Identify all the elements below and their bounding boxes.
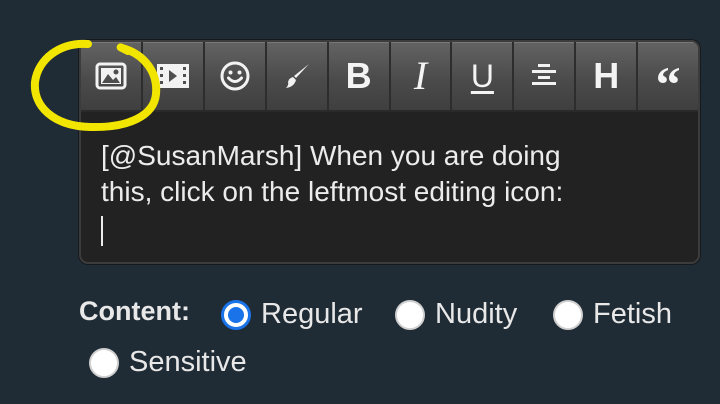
content-label: Content: <box>79 296 190 326</box>
emoji-icon <box>220 61 250 91</box>
radio-button-checked[interactable] <box>221 299 251 330</box>
video-icon <box>156 64 189 88</box>
radio-label: Nudity <box>435 298 518 330</box>
bold-button[interactable]: B <box>328 42 391 110</box>
heading-button[interactable]: H <box>576 42 639 110</box>
radio-label: Regular <box>261 298 363 330</box>
radio-button[interactable] <box>89 347 119 378</box>
radio-fetish[interactable]: Fetish <box>553 298 672 331</box>
insert-video-button[interactable] <box>142 42 205 110</box>
underline-button[interactable]: U <box>452 42 515 110</box>
radio-button[interactable] <box>395 299 425 330</box>
text-caret <box>101 216 103 246</box>
post-text-input[interactable]: [@SusanMarsh] When you are doing this, c… <box>101 138 661 246</box>
editor-toolbar: B I U H “ <box>81 42 698 112</box>
post-text-line: [@SusanMarsh] When you are doing <box>101 140 561 171</box>
quote-button[interactable]: “ <box>638 42 698 110</box>
underline-icon: U <box>470 58 494 94</box>
italic-icon: I <box>413 53 428 98</box>
brush-icon <box>285 64 309 88</box>
post-text-line: this, click on the leftmost editing icon… <box>101 176 564 207</box>
align-center-icon <box>532 64 557 85</box>
post-editor: B I U H “ [@SusanMarsh] When you are doi… <box>79 40 700 264</box>
radio-sensitive[interactable]: Sensitive <box>89 346 247 379</box>
image-icon <box>95 62 127 90</box>
heading-icon: H <box>593 55 620 96</box>
radio-button[interactable] <box>553 299 583 330</box>
insert-emoji-button[interactable] <box>204 42 267 110</box>
radio-regular[interactable]: Regular <box>221 298 363 331</box>
quote-icon: “ <box>655 56 681 112</box>
italic-button[interactable]: I <box>390 42 453 110</box>
radio-label: Fetish <box>593 298 672 330</box>
bold-icon: B <box>345 55 372 96</box>
align-center-button[interactable] <box>514 42 577 110</box>
radio-nudity[interactable]: Nudity <box>395 298 517 331</box>
insert-image-button[interactable] <box>81 42 143 110</box>
brush-button[interactable] <box>266 42 329 110</box>
radio-label: Sensitive <box>129 346 247 378</box>
